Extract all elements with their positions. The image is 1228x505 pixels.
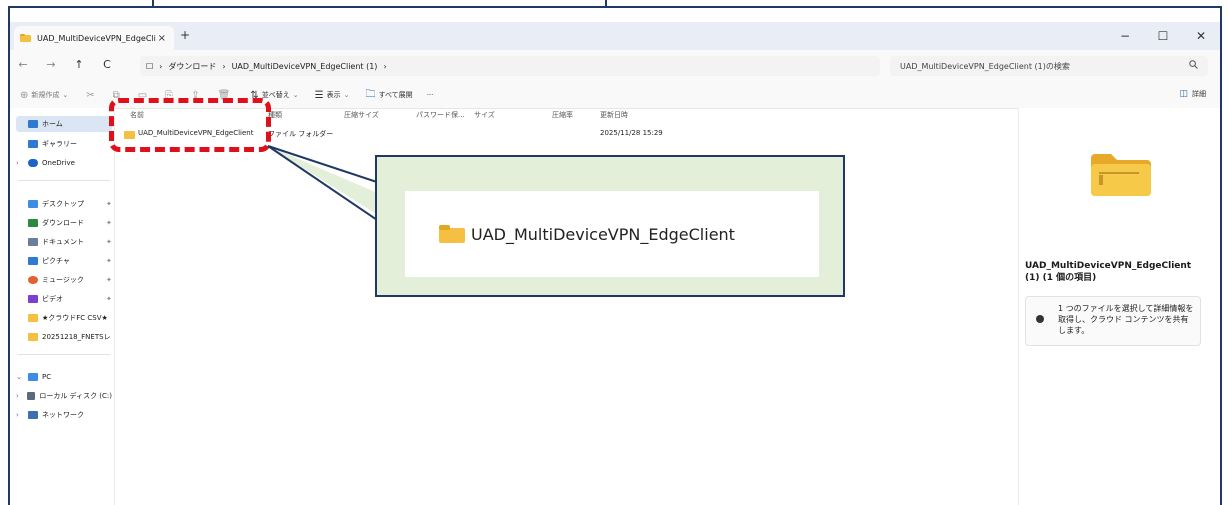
callout-inner: UAD_MultiDeviceVPN_EdgeClient <box>405 191 819 277</box>
callout-text: UAD_MultiDeviceVPN_EdgeClient <box>471 224 735 244</box>
callout-box: UAD_MultiDeviceVPN_EdgeClient <box>375 155 845 297</box>
folder-icon <box>439 225 465 243</box>
